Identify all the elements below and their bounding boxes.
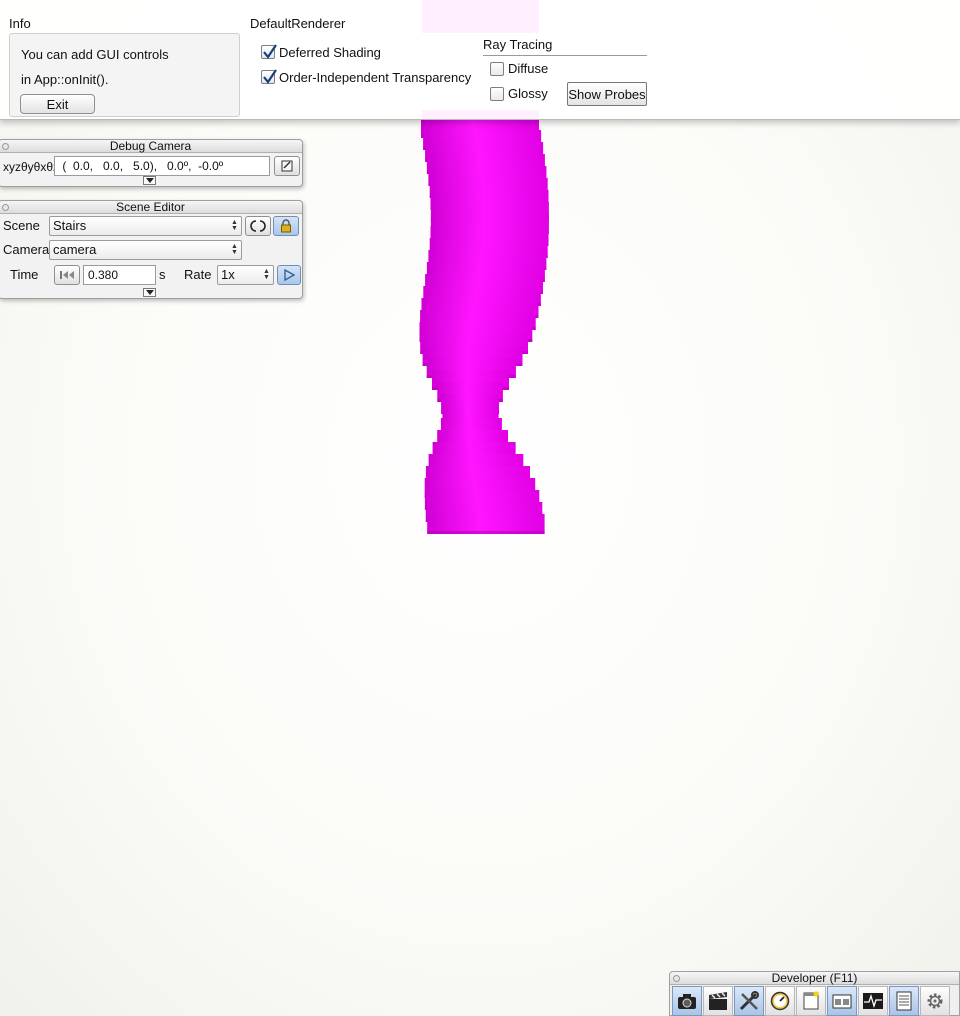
top-toolbar: Info You can add GUI controls in App::on… <box>0 0 960 120</box>
deferred-shading-checkbox[interactable] <box>261 44 277 59</box>
graph-tool-button[interactable] <box>858 986 888 1016</box>
scene-dropdown[interactable]: Stairs ▲ ▼ <box>49 216 242 236</box>
settings-tool-button[interactable] <box>920 986 950 1016</box>
camera-dropdown[interactable]: camera ▲ ▼ <box>49 240 242 260</box>
ray-tracing-title: Ray Tracing <box>483 37 553 52</box>
glossy-checkbox[interactable] <box>490 87 504 101</box>
camera-tool-button[interactable] <box>672 986 702 1016</box>
renderer-panel: Deferred Shading Order-Independent Trans… <box>250 33 650 110</box>
debug-camera-title: Debug Camera <box>109 139 192 153</box>
developer-dock: Developer (F11) <box>669 971 960 1016</box>
camera-label: Camera <box>3 242 50 257</box>
wrench-screwdriver-icon <box>739 991 759 1011</box>
film-clapper-icon <box>709 992 727 1010</box>
expand-arrow-icon[interactable] <box>143 288 156 297</box>
scene-editor-tool-button[interactable] <box>734 986 764 1016</box>
time-label: Time <box>10 267 39 282</box>
scene-label: Scene <box>3 218 40 233</box>
ray-tracing-divider <box>483 55 647 56</box>
reload-scene-button[interactable] <box>245 216 271 236</box>
info-panel: You can add GUI controls in App::onInit(… <box>9 33 240 117</box>
lock-scene-button[interactable] <box>273 216 299 236</box>
graph-icon <box>863 993 883 1009</box>
window-tool-button[interactable] <box>796 986 826 1016</box>
oit-checkbox[interactable] <box>261 69 277 84</box>
checkmark-icon <box>263 44 277 59</box>
developer-title: Developer (F11) <box>771 971 858 985</box>
glossy-label: Glossy <box>508 86 548 101</box>
oit-label: Order-Independent Transparency <box>279 70 472 85</box>
scene-editor-titlebar[interactable]: Scene Editor <box>0 201 302 214</box>
lock-icon <box>281 219 291 233</box>
rate-label: Rate <box>184 267 212 282</box>
profiler-dial-icon <box>770 991 790 1011</box>
windows-tool-button[interactable] <box>827 986 857 1016</box>
updown-arrows-icon: ▲ ▼ <box>231 219 238 232</box>
window-icon <box>803 991 819 1010</box>
renderer-title: DefaultRenderer <box>250 16 346 31</box>
profiler-tool-button[interactable] <box>765 986 795 1016</box>
log-tool-button[interactable] <box>889 986 919 1016</box>
time-input[interactable]: 0.380 <box>83 265 156 285</box>
coordinate-label: xyzθyθxθz <box>3 160 60 174</box>
debug-camera-window: Debug Camera xyzθyθxθz ( 0.0, 0.0, 5.0),… <box>0 139 303 187</box>
debug-camera-titlebar[interactable]: Debug Camera <box>0 140 302 153</box>
time-unit-label: s <box>159 267 166 282</box>
show-probes-button[interactable]: Show Probes <box>567 82 647 106</box>
scene-value: Stairs <box>53 218 87 233</box>
camera-icon <box>678 994 696 1009</box>
close-icon[interactable] <box>2 204 9 211</box>
camera-value: camera <box>53 242 97 257</box>
updown-arrows-icon: ▲ ▼ <box>263 268 270 281</box>
info-line-2: in App::onInit(). <box>21 72 109 87</box>
gear-icon <box>927 993 943 1009</box>
scene-editor-title: Scene Editor <box>116 200 185 214</box>
exit-button[interactable]: Exit <box>20 94 95 114</box>
play-icon <box>284 269 295 281</box>
rate-value: 1x <box>221 267 235 282</box>
developer-titlebar[interactable]: Developer (F11) <box>670 972 959 985</box>
diffuse-label: Diffuse <box>508 61 549 76</box>
close-icon[interactable] <box>2 143 9 150</box>
camera-coordinates-field[interactable]: ( 0.0, 0.0, 5.0), 0.0º, -0.0º <box>54 156 270 176</box>
checkmark-icon <box>263 69 277 84</box>
log-icon <box>896 991 912 1011</box>
rewind-icon <box>60 271 74 279</box>
expand-arrow-icon[interactable] <box>143 176 156 185</box>
clipboard-icon <box>281 160 293 172</box>
info-title: Info <box>9 16 31 31</box>
info-line-1: You can add GUI controls <box>21 47 169 62</box>
copy-coordinates-button[interactable] <box>274 156 300 176</box>
deferred-shading-label: Deferred Shading <box>279 45 381 60</box>
movie-tool-button[interactable] <box>703 986 733 1016</box>
updown-arrows-icon: ▲ ▼ <box>231 243 238 256</box>
close-icon[interactable] <box>673 975 680 982</box>
diffuse-checkbox[interactable] <box>490 62 504 76</box>
stair-step-edge <box>427 531 545 534</box>
rate-dropdown[interactable]: 1x ▲ ▼ <box>217 265 274 285</box>
reload-icon <box>250 220 266 232</box>
windows-icon <box>832 994 852 1009</box>
rewind-button[interactable] <box>54 265 80 285</box>
scene-editor-window: Scene Editor Scene Stairs ▲ ▼ Camera came… <box>0 200 303 299</box>
play-button[interactable] <box>277 265 301 285</box>
